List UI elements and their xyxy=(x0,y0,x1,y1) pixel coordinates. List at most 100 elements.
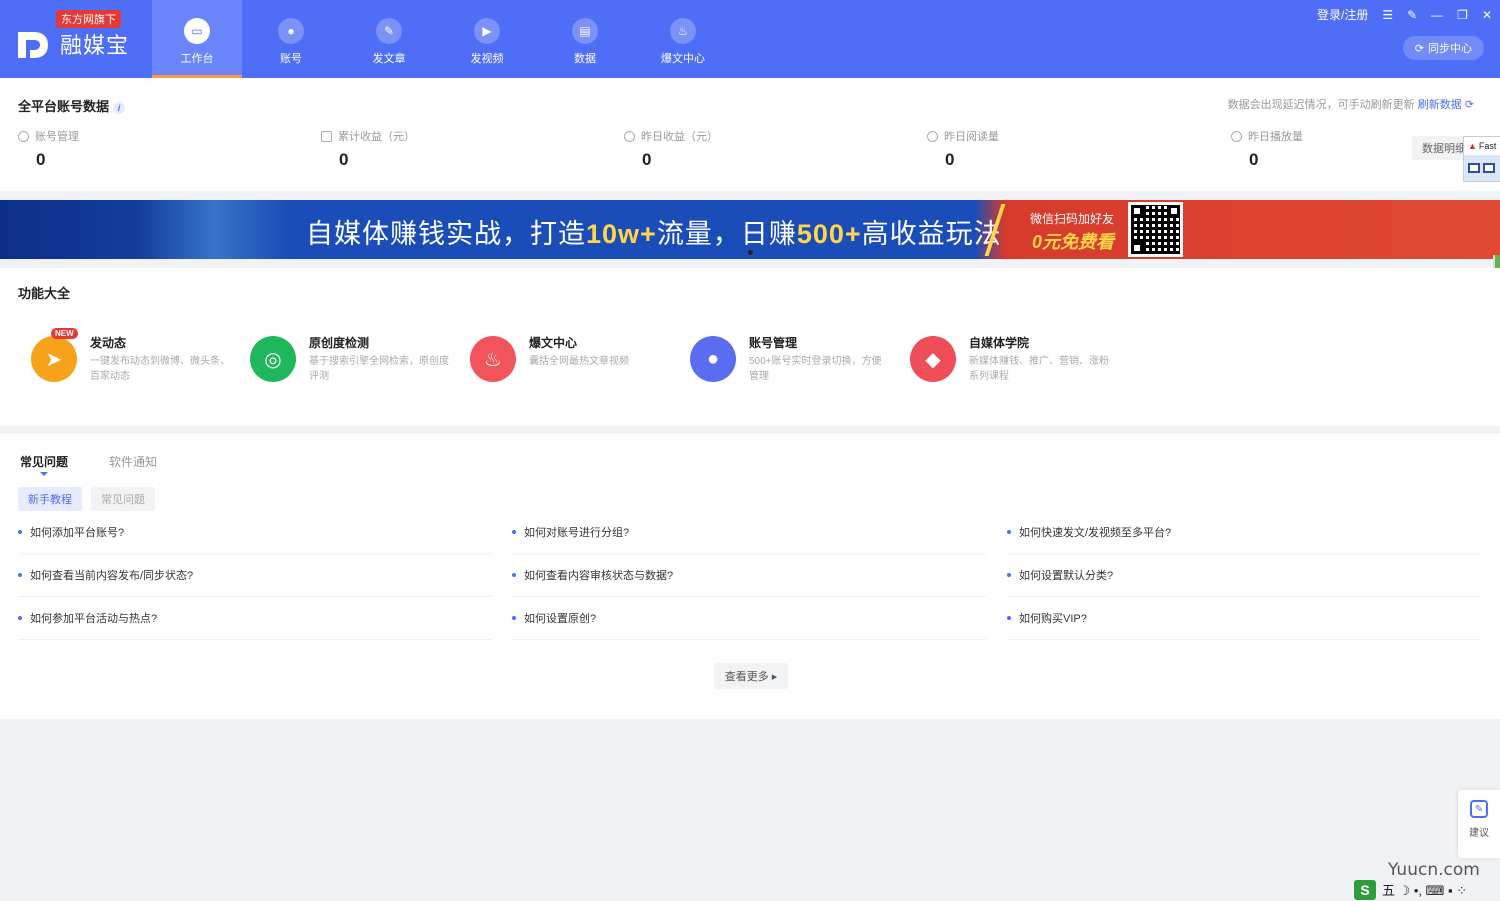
carousel-dot[interactable] xyxy=(748,250,753,255)
stats-notice: 数据会出现延迟情况，可手动刷新更新 刷新数据 ⟳ xyxy=(1228,96,1474,112)
banner-decoration xyxy=(140,200,290,259)
info-icon[interactable]: i xyxy=(113,101,126,114)
user-icon: ● xyxy=(278,18,304,44)
stat-label: 昨日播放量 xyxy=(1248,131,1303,143)
banner-highlight: 10w+ xyxy=(586,219,657,249)
floating-toolbar[interactable]: ▲ Fast xyxy=(1463,136,1500,182)
stat-value: 0 xyxy=(339,150,349,169)
login-link[interactable]: 登录/注册 xyxy=(1317,6,1368,23)
bullet xyxy=(1007,616,1011,620)
stat-accounts[interactable]: 账号管理 0 xyxy=(18,128,218,170)
window-icon[interactable] xyxy=(1468,163,1480,173)
nav-item-video[interactable]: ▶ 发视频 xyxy=(438,0,536,78)
faq-item[interactable]: 如何添加平台账号? xyxy=(18,511,492,554)
stat-label: 累计收益（元） xyxy=(338,131,415,143)
sync-label: 同步中心 xyxy=(1428,43,1472,55)
banner-text-c: 高收益玩法 xyxy=(861,219,1002,249)
stat-label: 昨日阅读量 xyxy=(944,131,999,143)
logo-mark-icon xyxy=(18,32,48,58)
suggestion-button[interactable]: ✎ 建议 xyxy=(1458,790,1500,858)
watermark: Yuucn.com xyxy=(1388,860,1480,880)
qr-finder xyxy=(1131,242,1143,254)
subtab-tutorial[interactable]: 新手教程 xyxy=(18,487,82,511)
promo-banner[interactable]: 自媒体赚钱实战，打造10w+流量，日赚500+高收益玩法 微信扫码加好友 0元免… xyxy=(0,200,1500,259)
feature-post-dynamic[interactable]: ➤ NEW 发动态 一键发布动态到微博、微头条、百家动态 xyxy=(31,328,231,394)
monitor-icon: ▭ xyxy=(184,18,210,44)
bullet xyxy=(18,616,22,620)
features-title: 功能大全 xyxy=(18,286,71,301)
bullet xyxy=(18,573,22,577)
faq-text: 如何查看当前内容发布/同步状态? xyxy=(30,570,194,582)
subtab-common[interactable]: 常见问题 xyxy=(91,487,155,511)
ime-logo-icon: S xyxy=(1354,879,1376,900)
menu-icon[interactable]: ☰ xyxy=(1382,8,1393,22)
stat-yesterday-income[interactable]: 昨日收益（元） 0 xyxy=(624,128,824,170)
main-nav: ▭ 工作台 ● 账号 ✎ 发文章 ▶ 发视频 ▤ 数据 ♨ 爆文中心 xyxy=(152,0,732,78)
nav-item-workbench[interactable]: ▭ 工作台 xyxy=(152,0,242,78)
faq-item[interactable]: 如何设置原创? xyxy=(512,597,986,640)
minimize-icon[interactable]: — xyxy=(1431,8,1443,22)
logo-tag: 东方网旗下 xyxy=(56,10,121,28)
banner-text-b: 流量，日赚 xyxy=(656,219,797,249)
flame-icon: ♨ xyxy=(470,336,516,382)
stat-label-row: 昨日阅读量 xyxy=(927,128,1127,144)
user-icon: ● xyxy=(690,336,736,382)
feature-hot-center[interactable]: ♨ 爆文中心 囊括全网最热文章视频 xyxy=(470,334,670,394)
feature-title: 原创度检测 xyxy=(309,336,370,350)
qr-finder xyxy=(1168,205,1180,217)
feature-media-academy[interactable]: ◆ 自媒体学院 新媒体赚钱、推广、营销、涨粉系列课程 xyxy=(910,334,1110,394)
faq-item[interactable]: 如何设置默认分类? xyxy=(1007,554,1481,597)
tab-indicator xyxy=(40,472,48,476)
nav-label: 发视频 xyxy=(470,53,504,65)
stats-panel: 全平台账号数据 i 数据会出现延迟情况，可手动刷新更新 刷新数据 ⟳ 账号管理 0… xyxy=(0,78,1500,191)
refresh-data-link[interactable]: 刷新数据 ⟳ xyxy=(1418,99,1474,111)
radar-icon: ◎ xyxy=(250,336,296,382)
nav-item-account[interactable]: ● 账号 xyxy=(242,0,340,78)
stat-label: 账号管理 xyxy=(35,131,79,143)
wallet-icon xyxy=(321,130,332,142)
bullet xyxy=(512,616,516,620)
faq-item[interactable]: 如何参加平台活动与热点? xyxy=(18,597,492,640)
faq-panel: 常见问题 软件通知 新手教程 常见问题 如何添加平台账号? 如何对账号进行分组?… xyxy=(0,434,1500,719)
banner-headline: 自媒体赚钱实战，打造10w+流量，日赚500+高收益玩法 xyxy=(306,212,1002,251)
nav-item-hot[interactable]: ♨ 爆文中心 xyxy=(634,0,732,78)
sync-center-button[interactable]: ⟳ 同步中心 xyxy=(1402,36,1484,60)
bullet xyxy=(512,530,516,534)
banner-text-a: 自媒体赚钱实战，打造 xyxy=(306,219,586,249)
refresh-label: 刷新数据 xyxy=(1417,99,1462,111)
user-outline-icon xyxy=(18,130,29,142)
stat-total-income[interactable]: 累计收益（元） 0 xyxy=(321,128,521,170)
feedback-icon[interactable]: ✎ xyxy=(1407,8,1417,22)
qr-pattern xyxy=(1131,205,1180,254)
faq-item[interactable]: 如何购买VIP? xyxy=(1007,597,1481,640)
feature-desc: 基于搜索引擎全网检索，原创度评测 xyxy=(309,356,449,382)
window-icon[interactable] xyxy=(1483,163,1495,173)
stat-yesterday-plays[interactable]: 昨日播放量 0 xyxy=(1231,128,1431,170)
window-controls: 登录/注册 ☰ ✎ — ❐ ✕ xyxy=(1317,6,1492,23)
nav-item-data[interactable]: ▤ 数据 xyxy=(536,0,634,78)
close-icon[interactable]: ✕ xyxy=(1482,8,1492,22)
view-more-button[interactable]: 查看更多 ▸ xyxy=(714,663,788,689)
app-logo[interactable]: 东方网旗下 融媒宝 xyxy=(16,8,136,68)
faq-item[interactable]: 如何快速发文/发视频至多平台? xyxy=(1007,511,1481,554)
faq-item[interactable]: 如何查看内容审核状态与数据? xyxy=(512,554,986,597)
stat-value: 0 xyxy=(642,150,652,169)
feature-account-manage[interactable]: ● 账号管理 500+账号实时登录切换，方便管理 xyxy=(690,334,890,394)
stat-label-row: 账号管理 xyxy=(18,128,218,144)
stat-yesterday-reads[interactable]: 昨日阅读量 0 xyxy=(927,128,1127,170)
sync-icon: ⟳ xyxy=(1414,42,1424,55)
ime-toolbar[interactable]: S 五 ☽ •, ⌨ ▪ ⁘ xyxy=(1354,878,1500,901)
banner-free-text: 0元免费看 xyxy=(1032,232,1115,252)
coin-icon xyxy=(624,130,635,142)
tab-notice[interactable]: 软件通知 xyxy=(109,453,157,470)
suggestion-label: 建议 xyxy=(1469,828,1489,839)
restore-icon[interactable]: ❐ xyxy=(1457,8,1468,22)
tab-faq[interactable]: 常见问题 xyxy=(20,453,68,470)
nav-item-article[interactable]: ✎ 发文章 xyxy=(340,0,438,78)
paper-plane-icon: ➤ xyxy=(31,336,77,382)
feature-originality-check[interactable]: ◎ 原创度检测 基于搜索引擎全网检索，原创度评测 xyxy=(250,334,450,394)
edit-icon: ✎ xyxy=(1470,800,1488,818)
faq-item[interactable]: 如何查看当前内容发布/同步状态? xyxy=(18,554,492,597)
faq-text: 如何查看内容审核状态与数据? xyxy=(524,570,674,582)
faq-item[interactable]: 如何对账号进行分组? xyxy=(512,511,986,554)
